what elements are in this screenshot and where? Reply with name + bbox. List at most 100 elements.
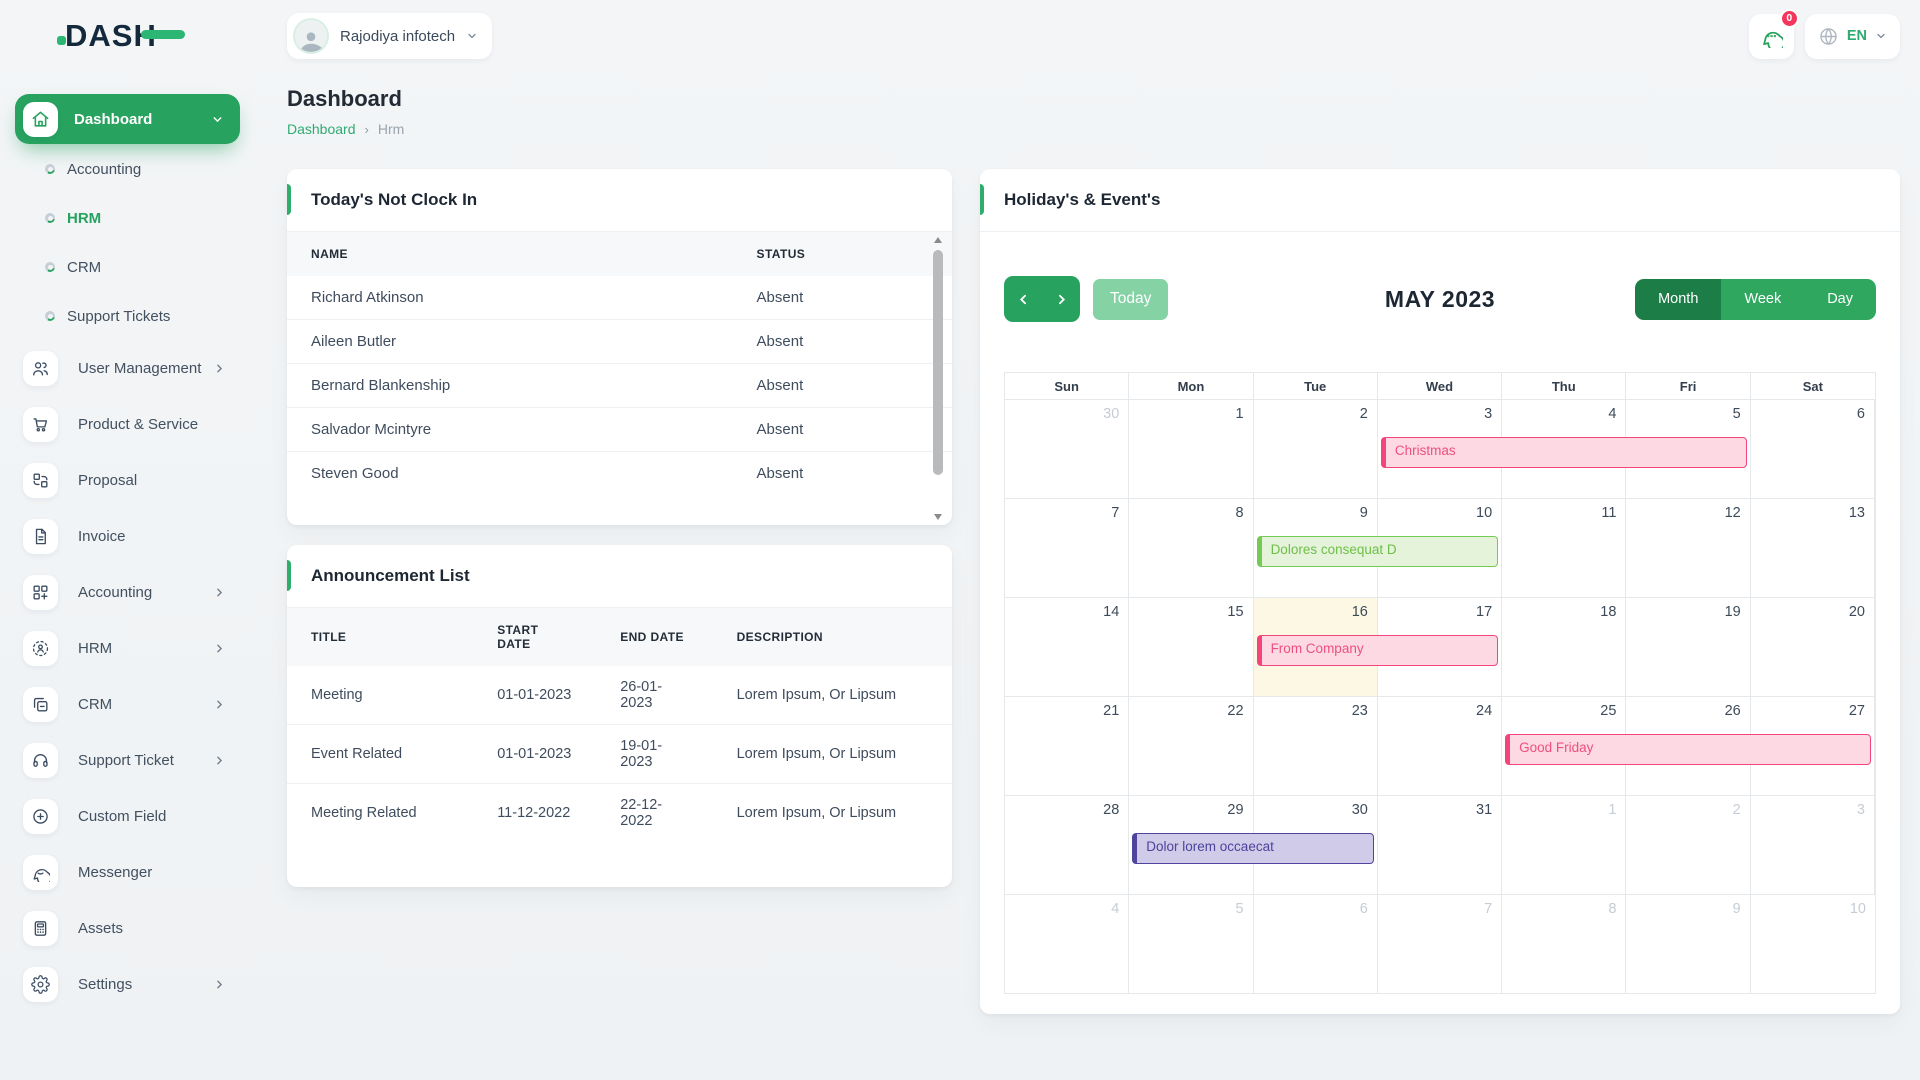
page-title: Dashboard	[287, 86, 1900, 112]
calendar-day-cell[interactable]: 1	[1502, 796, 1626, 894]
calendar-day-cell[interactable]: 23	[1254, 697, 1378, 795]
table-cell: 01-01-2023	[473, 725, 596, 784]
calendar-day-cell[interactable]: 24	[1378, 697, 1502, 795]
not-clock-in-table: NAME STATUS Richard AtkinsonAbsentAileen…	[287, 232, 952, 495]
calendar-day-cell[interactable]: 8	[1502, 895, 1626, 993]
calendar-day-cell[interactable]: 6	[1751, 400, 1875, 498]
calendar-day-cell[interactable]: 19	[1626, 598, 1750, 696]
calendar-prev-button[interactable]	[1004, 276, 1042, 322]
sidebar-item-crm[interactable]: CRM	[15, 676, 240, 732]
announcement-row: Meeting01-01-202326-01-2023Lorem Ipsum, …	[287, 666, 952, 725]
sidebar-item-user-management[interactable]: User Management	[15, 340, 240, 396]
calendar-day-cell[interactable]: 3	[1751, 796, 1875, 894]
calendar-view-day-button[interactable]: Day	[1804, 279, 1876, 320]
calendar-day-cell[interactable]: 18	[1502, 598, 1626, 696]
scroll-down-arrow-icon[interactable]	[931, 511, 944, 523]
day-number: 19	[1725, 604, 1741, 620]
calendar-event[interactable]: From Company	[1257, 635, 1499, 666]
calendar-event[interactable]: Good Friday	[1505, 734, 1871, 765]
table-cell: Meeting	[287, 666, 473, 725]
messages-button[interactable]: 0	[1749, 14, 1794, 59]
day-number: 1	[1608, 802, 1616, 818]
calendar-day-cell[interactable]: 2	[1254, 400, 1378, 498]
calendar-next-button[interactable]	[1042, 276, 1080, 322]
sidebar-item-support-tickets-dash[interactable]: Support Tickets	[15, 292, 240, 340]
calendar-day-cell[interactable]: 2	[1626, 796, 1750, 894]
weekday-label: Thu	[1502, 373, 1626, 399]
sidebar-item-support-ticket[interactable]: Support Ticket	[15, 732, 240, 788]
sidebar-item-proposal[interactable]: Proposal	[15, 452, 240, 508]
calendar-day-cell[interactable]: 4	[1005, 895, 1129, 993]
sidebar-item-settings[interactable]: Settings	[15, 956, 240, 1012]
calendar-event[interactable]: Christmas	[1381, 437, 1747, 468]
sidebar-item-product-service[interactable]: Product & Service	[15, 396, 240, 452]
calendar-day-cell[interactable]: 1	[1129, 400, 1253, 498]
sidebar-item-custom-field[interactable]: Custom Field	[15, 788, 240, 844]
calendar-day-cell[interactable]: 14	[1005, 598, 1129, 696]
calendar-day-cell[interactable]: 5	[1129, 895, 1253, 993]
sidebar-item-crm-dash[interactable]: CRM	[15, 243, 240, 291]
table-cell: 26-01-2023	[596, 666, 712, 725]
calendar-day-cell[interactable]: 15	[1129, 598, 1253, 696]
chevron-right-icon	[213, 978, 226, 991]
day-number: 4	[1111, 901, 1119, 917]
calendar-day-cell[interactable]: 28	[1005, 796, 1129, 894]
sidebar-item-accounting[interactable]: Accounting	[15, 564, 240, 620]
calendar-day-cell[interactable]: 11	[1502, 499, 1626, 597]
scrollbar-thumb[interactable]	[933, 250, 943, 475]
card-title: Today's Not Clock In	[311, 190, 928, 210]
calendar-day-cell[interactable]: 7	[1378, 895, 1502, 993]
day-number: 8	[1608, 901, 1616, 917]
sidebar-item-label: HRM	[78, 640, 112, 657]
weekday-label: Mon	[1129, 373, 1253, 399]
sidebar-item-label: Support Tickets	[67, 308, 170, 325]
sidebar-item-messenger[interactable]: Messenger	[15, 844, 240, 900]
chevron-left-icon	[1016, 292, 1031, 307]
sidebar-item-hrm-dash[interactable]: HRM	[15, 194, 240, 242]
calendar-day-cell[interactable]: 13	[1751, 499, 1875, 597]
calendar-event[interactable]: Dolor lorem occaecat	[1132, 833, 1374, 864]
calendar-day-cell[interactable]: 20	[1751, 598, 1875, 696]
clockin-row: Bernard BlankenshipAbsent	[287, 364, 952, 408]
sidebar-item-label: Accounting	[67, 161, 141, 178]
table-cell: Meeting Related	[287, 784, 473, 843]
calendar-view-month-button[interactable]: Month	[1635, 279, 1721, 320]
sidebar-item-hrm[interactable]: HRM	[15, 620, 240, 676]
calendar-week-row: 21222324252627Good Friday	[1005, 696, 1875, 795]
calendar-day-cell[interactable]: 8	[1129, 499, 1253, 597]
sidebar-item-invoice[interactable]: Invoice	[15, 508, 240, 564]
sidebar-item-dashboard[interactable]: Dashboard	[15, 94, 240, 144]
calendar-day-cell[interactable]: 22	[1129, 697, 1253, 795]
day-number: 16	[1352, 604, 1368, 620]
table-scrollbar[interactable]	[931, 234, 944, 523]
calendar-today-button[interactable]: Today	[1093, 279, 1168, 320]
clockin-row: Richard AtkinsonAbsent	[287, 276, 952, 320]
sidebar-item-accounting-dash[interactable]: Accounting	[15, 145, 240, 193]
table-cell: Salvador Mcintyre	[287, 408, 733, 452]
calendar-day-cell[interactable]: 6	[1254, 895, 1378, 993]
day-number: 21	[1103, 703, 1119, 719]
calendar-day-cell[interactable]: 12	[1626, 499, 1750, 597]
message-chat-icon	[1760, 25, 1783, 48]
app-logo[interactable]: DASH	[15, 0, 240, 72]
calendar-week-row: 28293031123Dolor lorem occaecat	[1005, 795, 1875, 894]
calendar-day-cell[interactable]: 30	[1005, 400, 1129, 498]
breadcrumb-dashboard-link[interactable]: Dashboard	[287, 121, 356, 137]
calendar-day-cell[interactable]: 10	[1751, 895, 1875, 993]
clockin-row: Aileen ButlerAbsent	[287, 320, 952, 364]
sidebar-item-assets[interactable]: Assets	[15, 900, 240, 956]
clockin-row: Steven GoodAbsent	[287, 452, 952, 496]
day-number: 3	[1857, 802, 1865, 818]
company-selector[interactable]: Rajodiya infotech	[287, 13, 492, 59]
gear-icon	[23, 967, 58, 1002]
calendar-day-cell[interactable]: 9	[1626, 895, 1750, 993]
calendar-day-cell[interactable]: 31	[1378, 796, 1502, 894]
calendar-event[interactable]: Dolores consequat D	[1257, 536, 1499, 567]
calendar-day-cell[interactable]: 21	[1005, 697, 1129, 795]
language-selector[interactable]: EN	[1805, 14, 1900, 59]
announcement-table: TITLE START DATE END DATE DESCRIPTION Me…	[287, 608, 952, 842]
scroll-up-arrow-icon[interactable]	[931, 234, 944, 246]
weekday-label: Wed	[1378, 373, 1502, 399]
calendar-day-cell[interactable]: 7	[1005, 499, 1129, 597]
calendar-view-week-button[interactable]: Week	[1721, 279, 1804, 320]
